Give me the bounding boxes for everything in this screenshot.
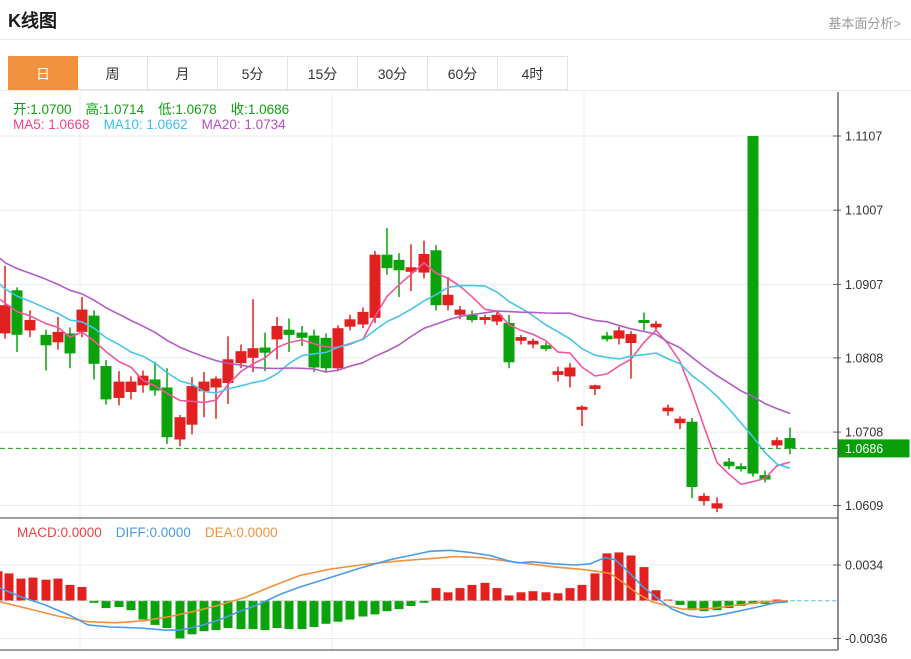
svg-text:1.0609: 1.0609 xyxy=(845,499,883,513)
header: K线图 基本面分析> xyxy=(0,0,911,40)
fundamental-analysis-link[interactable]: 基本面分析> xyxy=(828,13,901,32)
svg-text:1.1107: 1.1107 xyxy=(845,130,882,144)
tab-周[interactable]: 周 xyxy=(78,56,148,90)
tab-月[interactable]: 月 xyxy=(148,56,218,90)
panel-frame xyxy=(0,92,839,651)
interval-tabbar: 日周月 5分 15分 30分 60分 4时 xyxy=(8,56,568,90)
tab-60分[interactable]: 60分 xyxy=(428,56,498,90)
kline-chart-area[interactable]: 1.0686 1.1107 1.1007 1.0907 1.0808 1.0708 1.06… xyxy=(0,92,911,654)
current-price-badge: 1.0686 xyxy=(838,439,910,458)
chart-canvas[interactable]: 1.0686 1.1107 1.1007 1.0907 1.0808 1.0708 1.06… xyxy=(0,92,911,654)
svg-text:1.0808: 1.0808 xyxy=(845,351,883,365)
svg-text:-0.0036: -0.0036 xyxy=(845,632,887,646)
tab-日[interactable]: 日 xyxy=(8,56,78,90)
kline-app: K线图 基本面分析> 日周月 5分 15分 30分 60分 4时 1.0686 1.1107… xyxy=(0,0,911,654)
macd-lines-layer xyxy=(0,549,789,631)
page-title: K线图 xyxy=(8,11,57,31)
svg-text:1.1007: 1.1007 xyxy=(845,204,883,218)
grid-layer xyxy=(0,92,838,650)
tab-4时[interactable]: 4时 xyxy=(498,56,568,90)
tab-5分[interactable]: 5分 xyxy=(218,56,288,90)
tab-30分[interactable]: 30分 xyxy=(358,56,428,90)
candles-layer xyxy=(0,136,796,513)
svg-text:1.0686: 1.0686 xyxy=(845,442,883,456)
svg-text:1.0708: 1.0708 xyxy=(845,426,883,440)
tab-15分[interactable]: 15分 xyxy=(288,56,358,90)
svg-text:1.0907: 1.0907 xyxy=(845,278,883,292)
tabbar-divider xyxy=(0,90,911,91)
y-axis-labels: 1.1107 1.1007 1.0907 1.0808 1.0708 1.0609 0.00… xyxy=(833,130,887,646)
svg-text:0.0034: 0.0034 xyxy=(845,559,883,573)
